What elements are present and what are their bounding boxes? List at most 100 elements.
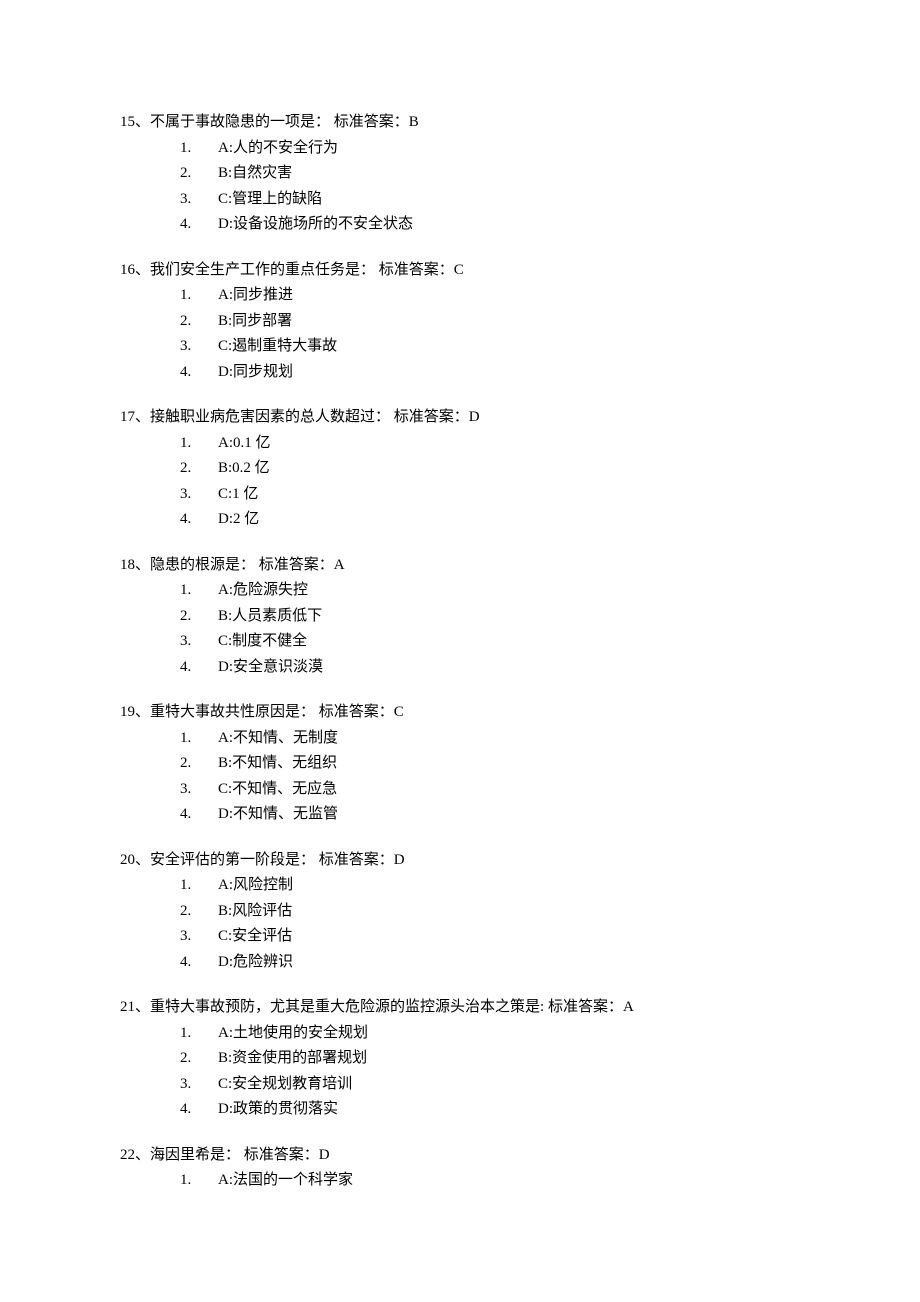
answer-label: 标准答案： (319, 852, 394, 868)
question-separator: 、 (135, 114, 150, 130)
option-line: 3. C:遏制重特大事故 (180, 334, 920, 360)
answer-value: B (409, 114, 419, 130)
answer-value: D (469, 409, 480, 425)
question-separator: 、 (135, 852, 150, 868)
option-line: 1.A:土地使用的安全规划 (180, 1021, 920, 1047)
question-separator: 、 (135, 1147, 150, 1163)
option-number: 2. (180, 309, 198, 335)
question-stem: 我们安全生产工作的重点任务是： (150, 262, 375, 278)
option-number: 4. (180, 950, 198, 976)
option-number: 1. (180, 873, 198, 899)
option-text: A:0.1 亿 (218, 435, 271, 451)
question-stem: 安全评估的第一阶段是： (150, 852, 315, 868)
option-number: 3. (180, 482, 198, 508)
option-number: 3. (180, 334, 198, 360)
options-list: 1.A:风险控制2.B:风险评估3.C:安全评估4.D:危险辨识 (120, 873, 920, 975)
option-number: 4. (180, 1097, 198, 1123)
options-list: 1. A:0.1 亿 2. B:0.2 亿 3. C:1 亿 4.D:2 亿 (120, 431, 920, 533)
question-text: 15、不属于事故隐患的一项是： 标准答案：B (120, 110, 920, 136)
answer-label: 标准答案： (259, 557, 334, 573)
option-text: C:安全评估 (218, 928, 292, 944)
option-text: A:法国的一个科学家 (218, 1172, 353, 1188)
options-list: 1.A:同步推进2.B:同步部署3.C:遏制重特大事故4.D:同步规划 (120, 283, 920, 385)
answer-value: A (334, 557, 345, 573)
options-list: 1.A:法国的一个科学家 (120, 1168, 920, 1194)
answer-label: 标准答案： (548, 999, 623, 1015)
question-number: 16 (120, 262, 135, 278)
option-text: B:0.2 亿 (218, 460, 270, 476)
question-stem: 接触职业病危害因素的总人数超过： (150, 409, 390, 425)
option-number: 2. (180, 899, 198, 925)
question-text: 19、重特大事故共性原因是： 标准答案：C (120, 700, 920, 726)
option-line: 3. C:1 亿 (180, 482, 920, 508)
question-text: 21、重特大事故预防，尤其是重大危险源的监控源头治本之策是: 标准答案：A (120, 995, 920, 1021)
question-stem: 重特大事故预防，尤其是重大危险源的监控源头治本之策是: (150, 999, 544, 1015)
answer-label: 标准答案： (244, 1147, 319, 1163)
question-stem: 海因里希是： (150, 1147, 240, 1163)
option-line: 3.C:不知情、无应急 (180, 777, 920, 803)
option-text: C:遏制重特大事故 (218, 338, 337, 354)
option-number: 4. (180, 212, 198, 238)
option-line: 2.B:不知情、无组织 (180, 751, 920, 777)
option-line: 2.B:同步部署 (180, 309, 920, 335)
question-stem: 隐患的根源是： (150, 557, 255, 573)
option-number: 1. (180, 283, 198, 309)
question-block: 19、重特大事故共性原因是： 标准答案：C1.A:不知情、无制度2.B:不知情、… (120, 700, 920, 828)
answer-label: 标准答案： (379, 262, 454, 278)
option-text: A:人的不安全行为 (218, 140, 338, 156)
question-separator: 、 (135, 557, 150, 573)
answer-value: A (623, 999, 634, 1015)
option-text: C:制度不健全 (218, 633, 307, 649)
question-separator: 、 (135, 409, 150, 425)
option-number: 1. (180, 578, 198, 604)
option-number: 2. (180, 161, 198, 187)
option-text: A:风险控制 (218, 877, 293, 893)
option-line: 1.A:人的不安全行为 (180, 136, 920, 162)
question-number: 19 (120, 704, 135, 720)
question-block: 16、我们安全生产工作的重点任务是： 标准答案：C1.A:同步推进2.B:同步部… (120, 258, 920, 386)
question-number: 21 (120, 999, 135, 1015)
option-line: 4.D:2 亿 (180, 507, 920, 533)
option-text: C:安全规划教育培训 (218, 1076, 352, 1092)
option-line: 3. C:制度不健全 (180, 629, 920, 655)
option-line: 4.D:不知情、无监管 (180, 802, 920, 828)
option-number: 1. (180, 431, 198, 457)
option-line: 2. B:自然灾害 (180, 161, 920, 187)
option-number: 4. (180, 507, 198, 533)
question-block: 22、海因里希是： 标准答案：D1.A:法国的一个科学家 (120, 1143, 920, 1194)
option-number: 3. (180, 1072, 198, 1098)
option-number: 3. (180, 187, 198, 213)
question-block: 20、安全评估的第一阶段是： 标准答案：D1.A:风险控制2.B:风险评估3.C… (120, 848, 920, 976)
option-text: C:不知情、无应急 (218, 781, 337, 797)
option-line: 4.D:同步规划 (180, 360, 920, 386)
option-number: 4. (180, 360, 198, 386)
question-separator: 、 (135, 999, 150, 1015)
answer-value: C (394, 704, 404, 720)
options-list: 1.A:土地使用的安全规划2.B:资金使用的部署规划3.C:安全规划教育培训4.… (120, 1021, 920, 1123)
question-number: 20 (120, 852, 135, 868)
answer-value: C (454, 262, 464, 278)
option-number: 3. (180, 629, 198, 655)
option-number: 2. (180, 456, 198, 482)
option-number: 3. (180, 924, 198, 950)
option-text: B:自然灾害 (218, 165, 292, 181)
option-text: C:管理上的缺陷 (218, 191, 322, 207)
option-text: B:资金使用的部署规划 (218, 1050, 367, 1066)
option-text: C:1 亿 (218, 486, 258, 502)
option-text: A:不知情、无制度 (218, 730, 338, 746)
question-number: 22 (120, 1147, 135, 1163)
question-text: 16、我们安全生产工作的重点任务是： 标准答案：C (120, 258, 920, 284)
option-line: 4.D:危险辨识 (180, 950, 920, 976)
question-stem: 重特大事故共性原因是： (150, 704, 315, 720)
option-line: 4.D:安全意识淡漠 (180, 655, 920, 681)
question-separator: 、 (135, 262, 150, 278)
option-text: B:不知情、无组织 (218, 755, 337, 771)
answer-label: 标准答案： (334, 114, 409, 130)
options-list: 1.A:人的不安全行为2. B:自然灾害 3. C:管理上的缺陷 4. D:设备设施场所的… (120, 136, 920, 238)
question-block: 21、重特大事故预防，尤其是重大危险源的监控源头治本之策是: 标准答案：A1.A… (120, 995, 920, 1123)
answer-value: D (394, 852, 405, 868)
option-text: B:人员素质低下 (218, 608, 322, 624)
option-line: 3. C:安全评估 (180, 924, 920, 950)
document-content: 15、不属于事故隐患的一项是： 标准答案：B1.A:人的不安全行为2.B:自然灾… (120, 110, 920, 1194)
option-text: D:设备设施场所的不安全状态 (218, 216, 413, 232)
